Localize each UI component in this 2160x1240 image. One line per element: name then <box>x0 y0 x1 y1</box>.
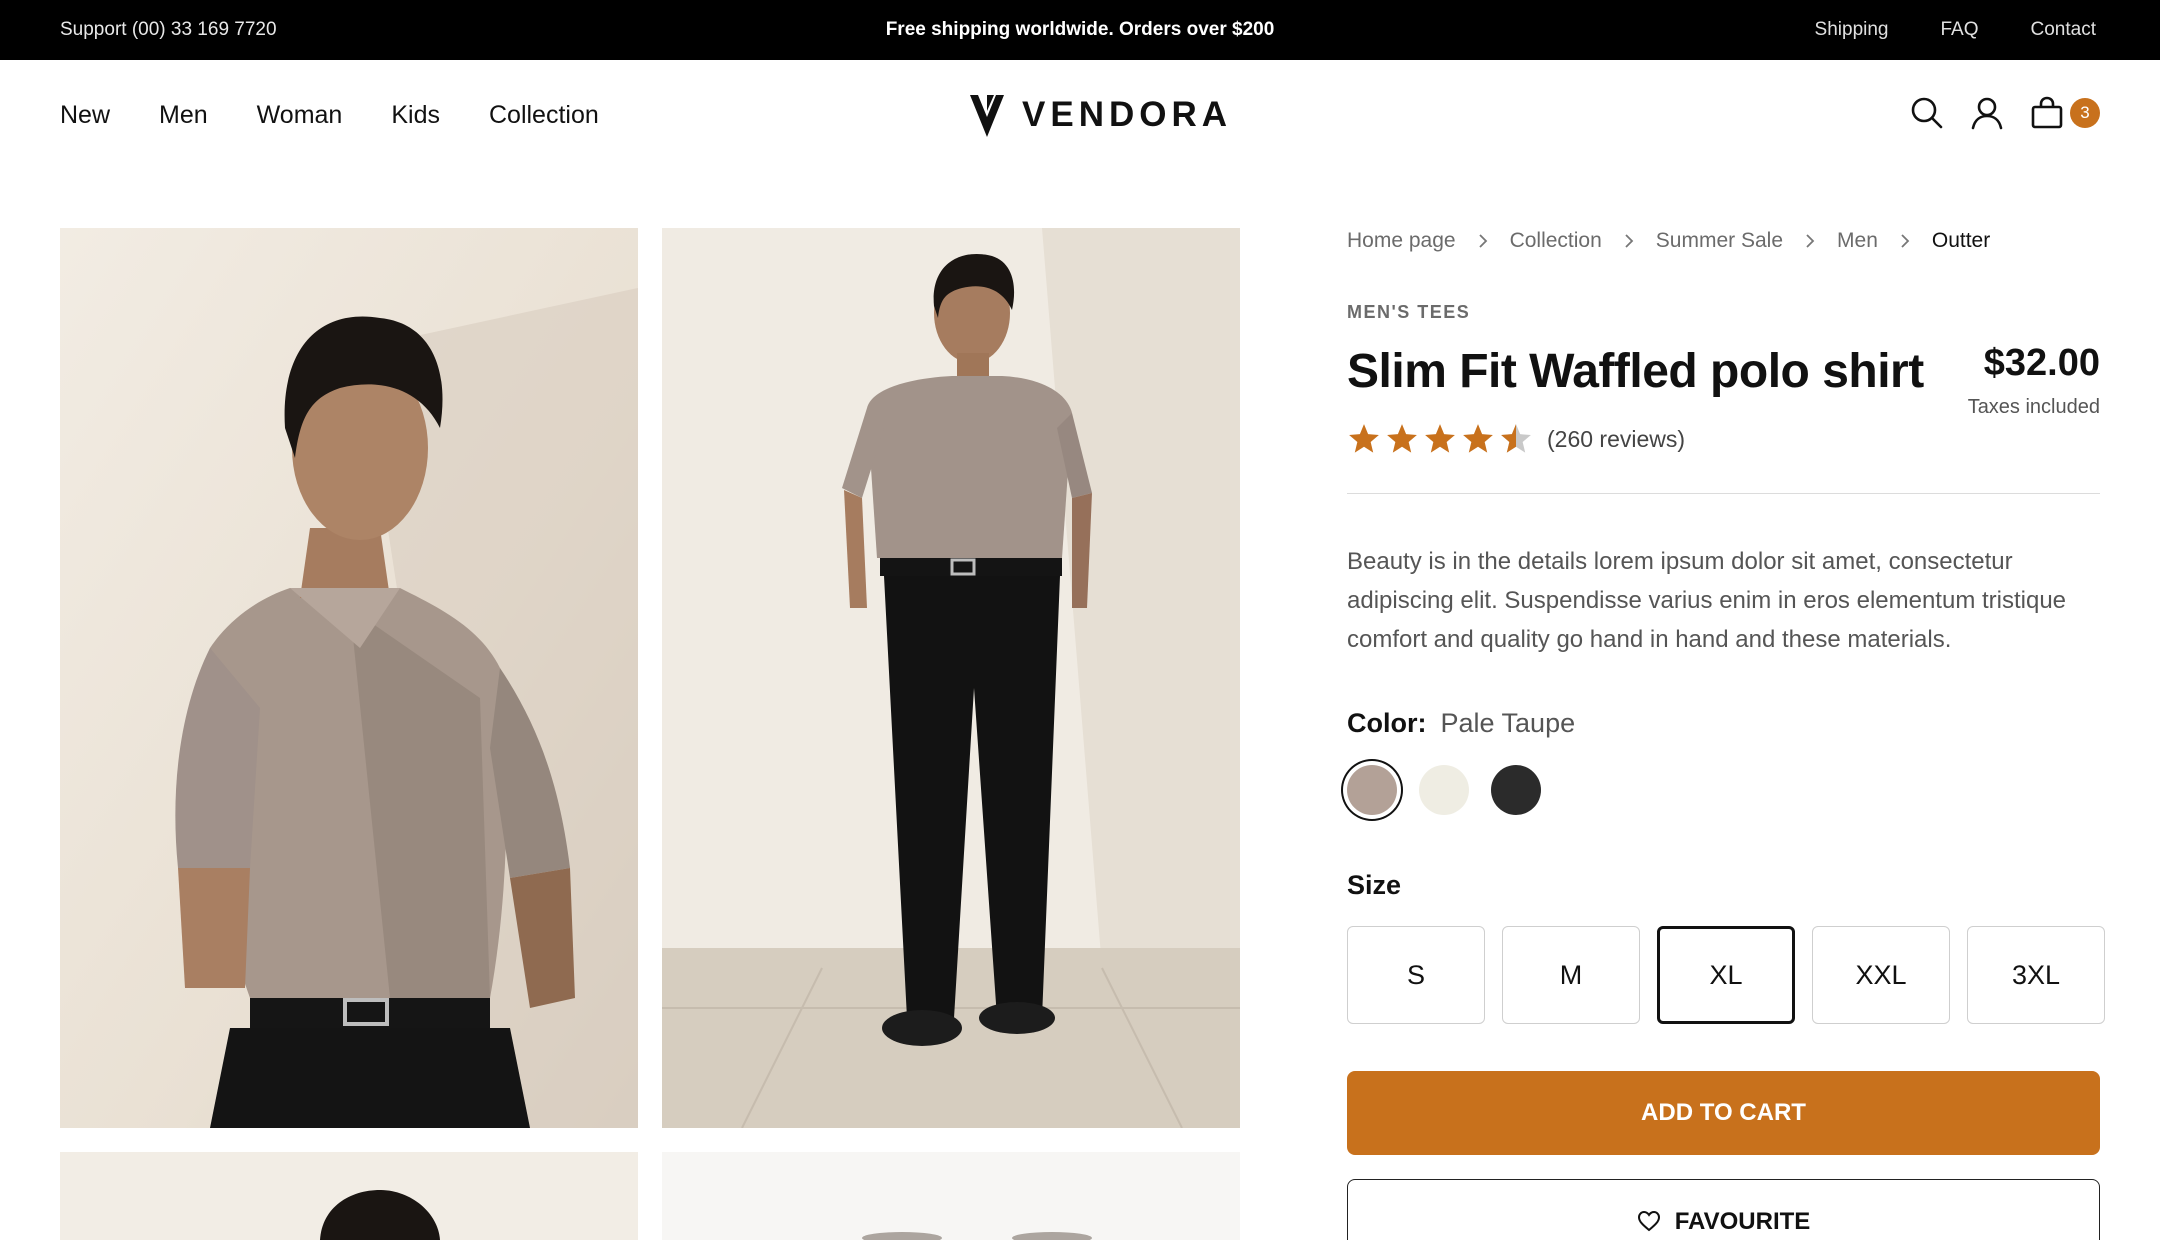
main-nav: New Men Woman Kids Collection <box>60 60 599 170</box>
product-image-4[interactable] <box>662 1152 1240 1240</box>
star-full-icon <box>1463 424 1493 453</box>
color-label: Color: <box>1347 708 1427 738</box>
cart-button[interactable]: 3 <box>2030 96 2100 130</box>
color-swatch-cream[interactable] <box>1419 765 1469 815</box>
size-label: Size <box>1347 870 1402 900</box>
size-option-xxl[interactable]: XXL <box>1812 926 1950 1024</box>
color-swatch-charcoal[interactable] <box>1491 765 1541 815</box>
top-links: Shipping FAQ Contact <box>1815 0 2096 60</box>
nav-item-woman[interactable]: Woman <box>257 101 343 130</box>
product-category: MEN'S TEES <box>1347 302 1471 322</box>
breadcrumb: Home page Collection Summer Sale Men Out… <box>1347 226 1990 256</box>
cart-count-badge: 3 <box>2070 98 2100 128</box>
announcement-bar: Support (00) 33 169 7720 Free shipping w… <box>0 0 2160 60</box>
size-options: S M XL XXL 3XL <box>1347 926 2105 1024</box>
review-count[interactable]: (260 reviews) <box>1547 426 1685 453</box>
logo-mark-icon <box>970 95 1004 137</box>
size-option-s[interactable]: S <box>1347 926 1485 1024</box>
size-option-xl[interactable]: XL <box>1657 926 1795 1024</box>
chevron-right-icon <box>1806 234 1815 248</box>
rating[interactable]: (260 reviews) <box>1347 422 1685 456</box>
breadcrumb-home[interactable]: Home page <box>1347 229 1456 253</box>
add-to-cart-button[interactable]: ADD TO CART <box>1347 1071 2100 1155</box>
size-option-3xl[interactable]: 3XL <box>1967 926 2105 1024</box>
site-header: New Men Woman Kids Collection VENDORA 3 <box>0 60 2160 170</box>
size-option-m[interactable]: M <box>1502 926 1640 1024</box>
star-full-icon <box>1425 424 1455 453</box>
chevron-right-icon <box>1478 234 1487 248</box>
faq-link[interactable]: FAQ <box>1941 19 1979 41</box>
search-icon[interactable] <box>1910 96 1944 130</box>
selected-color: Pale Taupe <box>1440 708 1576 738</box>
star-half-icon <box>1501 424 1531 453</box>
shopping-bag-icon <box>2030 96 2064 130</box>
color-swatch-pale-taupe[interactable] <box>1347 765 1397 815</box>
nav-item-new[interactable]: New <box>60 101 110 130</box>
star-full-icon <box>1349 424 1379 453</box>
heart-icon <box>1637 1210 1660 1232</box>
color-swatches <box>1347 765 1541 815</box>
product-image-1[interactable] <box>60 228 638 1128</box>
header-actions: 3 <box>1910 96 2100 130</box>
tax-note: Taxes included <box>1967 396 2100 418</box>
product-price: $32.00 <box>1983 342 2100 384</box>
chevron-right-icon <box>1625 234 1634 248</box>
chevron-right-icon <box>1901 234 1910 248</box>
product-title: Slim Fit Waffled polo shirt <box>1347 345 1924 398</box>
star-full-icon <box>1387 424 1417 453</box>
breadcrumb-men[interactable]: Men <box>1837 229 1878 253</box>
nav-item-kids[interactable]: Kids <box>391 101 440 130</box>
breadcrumb-current: Outter <box>1931 229 1991 252</box>
product-image-2[interactable] <box>662 228 1240 1128</box>
favourite-label: FAVOURITE <box>1674 1208 1811 1235</box>
shipping-link[interactable]: Shipping <box>1815 19 1889 41</box>
breadcrumb-summer-sale[interactable]: Summer Sale <box>1656 229 1783 253</box>
product-description: Beauty is in the details lorem ipsum dol… <box>1347 548 2067 653</box>
account-icon[interactable] <box>1970 96 2004 130</box>
breadcrumb-collection[interactable]: Collection <box>1510 229 1602 253</box>
brand-name: VENDORA <box>1022 95 1233 134</box>
brand-logo[interactable]: VENDORA <box>968 88 1232 142</box>
favourite-button[interactable]: FAVOURITE <box>1347 1179 2100 1240</box>
contact-link[interactable]: Contact <box>2031 19 2096 41</box>
support-phone[interactable]: Support (00) 33 169 7720 <box>60 0 277 60</box>
nav-item-collection[interactable]: Collection <box>489 101 599 130</box>
color-selector-label: Color: Pale Taupe <box>1347 708 1575 739</box>
nav-item-men[interactable]: Men <box>159 101 208 130</box>
product-image-3[interactable] <box>60 1152 638 1240</box>
divider <box>1347 493 2100 494</box>
